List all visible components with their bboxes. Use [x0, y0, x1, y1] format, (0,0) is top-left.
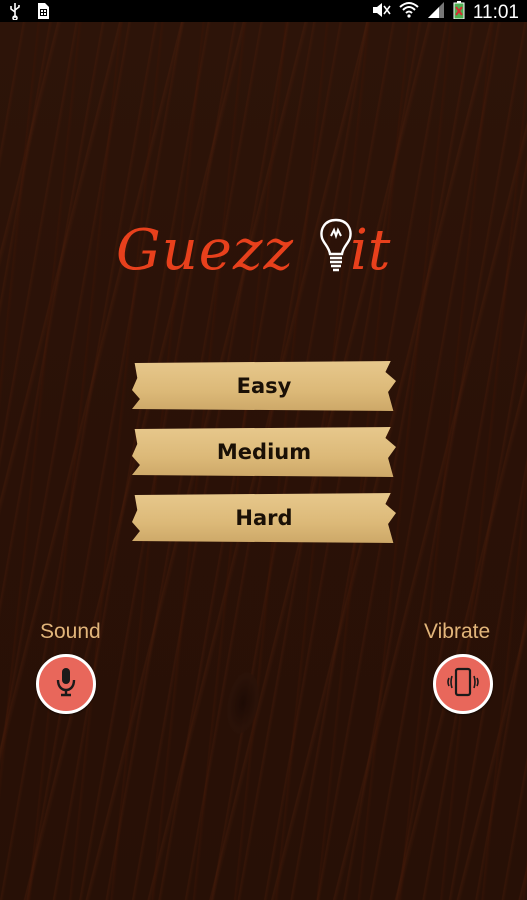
hard-button[interactable]: Hard — [132, 493, 396, 543]
mute-icon — [371, 1, 391, 24]
sound-toggle-button[interactable] — [36, 654, 96, 714]
logo-text-it: it — [350, 218, 391, 283]
medium-button[interactable]: Medium — [132, 427, 396, 477]
app-logo: Guezz it — [112, 214, 412, 294]
clock: 11:01 — [472, 1, 519, 23]
logo-text-guezz: Guezz — [116, 218, 294, 283]
easy-button[interactable]: Easy — [132, 361, 396, 411]
sim-icon — [36, 2, 50, 25]
microphone-icon — [55, 667, 77, 701]
hard-label: Hard — [235, 506, 293, 530]
vibrate-toggle-button[interactable] — [433, 654, 493, 714]
vibrate-phone-icon — [446, 667, 480, 701]
vibrate-label: Vibrate — [424, 620, 491, 643]
signal-icon — [427, 1, 445, 24]
status-bar: 11:01 — [0, 0, 527, 22]
medium-label: Medium — [216, 440, 312, 464]
usb-icon — [8, 2, 22, 25]
easy-label: Easy — [236, 374, 292, 398]
sound-label: Sound — [40, 620, 101, 643]
wood-knot — [222, 669, 264, 737]
battery-icon — [453, 1, 465, 24]
wifi-icon — [399, 1, 419, 24]
